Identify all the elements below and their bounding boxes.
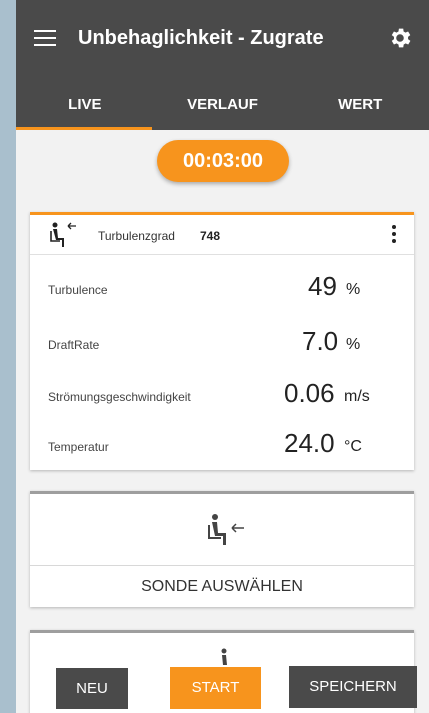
save-button[interactable]: SPEICHERN (289, 666, 417, 708)
divider (30, 565, 414, 566)
row-value: 7.0 (302, 326, 339, 356)
active-tab-indicator (16, 127, 152, 130)
row-flow-velocity: Strömungsgeschwindigkeit 0.06 m/s (30, 378, 414, 418)
row-unit: m/s (344, 388, 370, 405)
tab-live[interactable]: LIVE (16, 80, 154, 130)
probe-select-card[interactable]: SONDE AUSWÄHLEN (30, 491, 414, 607)
row-value: 0.06 (284, 378, 335, 408)
row-label: DraftRate (48, 338, 100, 352)
more-options-icon[interactable] (392, 225, 398, 245)
seated-person-draft-icon (50, 222, 76, 247)
turbulence-degree-label: Turbulenzgrad (98, 229, 175, 243)
hamburger-menu-icon[interactable] (34, 30, 56, 46)
new-button[interactable]: NEU (56, 668, 128, 709)
tab-wert[interactable]: WERT (291, 80, 429, 130)
measurement-card: Turbulenzgrad 748 Turbulence 49 % DraftR… (30, 212, 414, 470)
row-unit: % (346, 336, 361, 353)
start-button[interactable]: START (170, 667, 261, 709)
page-title: Unbehaglichkeit - Zugrate (78, 27, 324, 49)
row-value: 49 (308, 271, 337, 301)
row-label: Turbulence (48, 283, 108, 297)
select-probe-button[interactable]: SONDE AUSWÄHLEN (30, 578, 414, 596)
row-label: Temperatur (48, 440, 109, 454)
tab-verlauf[interactable]: VERLAUF (154, 80, 292, 130)
app-screen: Unbehaglichkeit - Zugrate LIVE VERLAUF W… (16, 0, 429, 713)
seated-person-icon (221, 648, 227, 665)
row-label: Strömungsgeschwindigkeit (48, 390, 191, 404)
row-value: 24.0 (284, 428, 335, 458)
row-unit: °C (344, 438, 362, 455)
turbulence-degree-value: 748 (200, 229, 221, 243)
row-temperature: Temperatur 24.0 °C (30, 428, 414, 468)
card-header: Turbulenzgrad 748 (30, 215, 414, 255)
seated-person-draft-icon (208, 514, 244, 545)
app-bar: Unbehaglichkeit - Zugrate (16, 0, 429, 80)
tab-bar: LIVE VERLAUF WERT (16, 80, 429, 130)
row-turbulence: Turbulence 49 % (30, 271, 414, 311)
gear-icon[interactable] (387, 25, 413, 51)
timer-badge: 00:03:00 (157, 140, 289, 182)
row-draftrate: DraftRate 7.0 % (30, 326, 414, 366)
row-unit: % (346, 281, 361, 298)
